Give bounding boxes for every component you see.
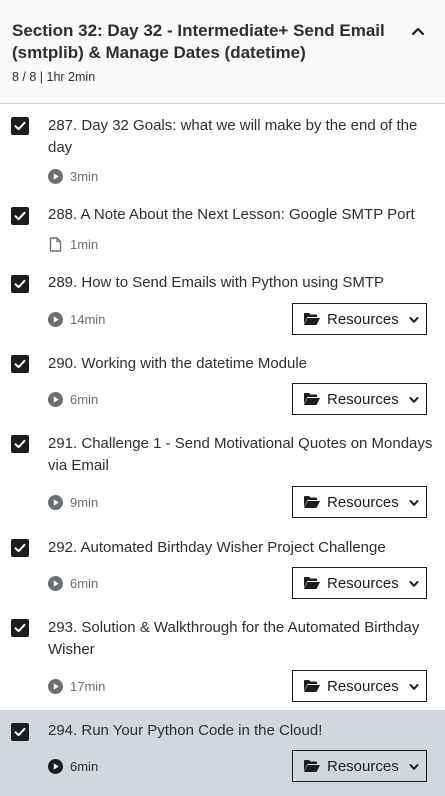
lecture-title: 287. Day 32 Goals: what we will make by … xyxy=(48,117,418,156)
lecture-title: 293. Solution & Walkthrough for the Auto… xyxy=(48,619,420,658)
lecture-title: 288. A Note About the Next Lesson: Googl… xyxy=(48,206,415,223)
lecture-item-current[interactable]: 294. Run Your Python Code in the Cloud! … xyxy=(0,710,445,796)
lecture-duration: 3min xyxy=(70,168,99,184)
lecture-title: 289. How to Send Emails with Python usin… xyxy=(48,274,384,291)
lecture-title: 294. Run Your Python Code in the Cloud! xyxy=(48,722,323,739)
lecture-title: 291. Challenge 1 - Send Motivational Quo… xyxy=(48,435,433,474)
play-circle-icon xyxy=(48,575,63,591)
lecture-duration: 6min xyxy=(70,758,99,774)
resources-label: Resources xyxy=(327,493,399,511)
lecture-duration-meta: 6min xyxy=(48,575,98,591)
chevron-up-icon[interactable] xyxy=(407,20,429,42)
completed-checkbox[interactable] xyxy=(11,539,29,557)
chevron-down-icon xyxy=(408,313,420,325)
completed-checkbox[interactable] xyxy=(11,723,29,741)
lecture-duration-meta: 3min xyxy=(48,168,98,184)
chevron-down-icon xyxy=(408,577,420,589)
lecture-title: 292. Automated Birthday Wisher Project C… xyxy=(48,539,386,556)
resources-dropdown-button[interactable]: Resources xyxy=(292,567,427,599)
file-icon xyxy=(48,236,63,252)
lecture-duration-meta: 9min xyxy=(48,494,98,510)
completed-checkbox[interactable] xyxy=(11,355,29,373)
chevron-down-icon xyxy=(408,393,420,405)
lecture-duration: 17min xyxy=(70,678,106,694)
folder-open-icon xyxy=(303,312,321,326)
resources-label: Resources xyxy=(327,574,399,592)
resources-label: Resources xyxy=(327,677,399,695)
chevron-down-icon xyxy=(408,680,420,692)
completed-checkbox[interactable] xyxy=(11,275,29,293)
resources-dropdown-button[interactable]: Resources xyxy=(292,383,427,415)
completed-checkbox[interactable] xyxy=(11,207,29,225)
folder-open-icon xyxy=(303,679,321,693)
lecture-duration: 9min xyxy=(70,494,99,510)
folder-open-icon xyxy=(303,759,321,773)
play-circle-icon xyxy=(48,494,63,510)
lecture-item[interactable]: 292. Automated Birthday Wisher Project C… xyxy=(0,526,445,606)
lecture-duration-meta: 1min xyxy=(48,236,98,252)
completed-checkbox[interactable] xyxy=(11,619,29,637)
resources-dropdown-button[interactable]: Resources xyxy=(292,303,427,335)
play-circle-icon xyxy=(48,678,63,694)
play-circle-icon xyxy=(48,758,63,774)
resources-label: Resources xyxy=(327,310,399,328)
lecture-item[interactable]: 293. Solution & Walkthrough for the Auto… xyxy=(0,606,445,710)
folder-open-icon xyxy=(303,576,321,590)
section-header[interactable]: Section 32: Day 32 - Intermediate+ Send … xyxy=(0,0,445,104)
lecture-item[interactable]: 287. Day 32 Goals: what we will make by … xyxy=(0,104,445,194)
folder-open-icon xyxy=(303,392,321,406)
play-circle-icon xyxy=(48,311,63,327)
chevron-down-icon xyxy=(408,496,420,508)
resources-dropdown-button[interactable]: Resources xyxy=(292,750,427,782)
section-title: Section 32: Day 32 - Intermediate+ Send … xyxy=(12,21,385,62)
lecture-title: 290. Working with the datetime Module xyxy=(48,355,308,372)
folder-open-icon xyxy=(303,495,321,509)
resources-label: Resources xyxy=(327,390,399,408)
completed-checkbox[interactable] xyxy=(11,435,29,453)
lecture-duration-meta: 14min xyxy=(48,311,105,327)
completed-checkbox[interactable] xyxy=(11,117,29,135)
chevron-down-icon xyxy=(408,760,420,772)
resources-dropdown-button[interactable]: Resources xyxy=(292,486,427,518)
resources-label: Resources xyxy=(327,757,399,775)
lecture-item[interactable]: 288. A Note About the Next Lesson: Googl… xyxy=(0,194,445,262)
lecture-duration: 6min xyxy=(70,575,99,591)
lecture-duration-meta: 6min xyxy=(48,391,98,407)
play-circle-icon xyxy=(48,168,63,184)
lecture-duration: 14min xyxy=(70,311,106,327)
section-progress-meta: 8 / 8 | 1hr 2min xyxy=(12,70,96,84)
play-circle-icon xyxy=(48,391,63,407)
lecture-item[interactable]: 291. Challenge 1 - Send Motivational Quo… xyxy=(0,422,445,526)
lecture-duration: 1min xyxy=(70,236,99,252)
lecture-duration: 6min xyxy=(70,391,99,407)
lecture-duration-meta: 17min xyxy=(48,678,105,694)
resources-dropdown-button[interactable]: Resources xyxy=(292,670,427,702)
lecture-duration-meta: 6min xyxy=(48,758,98,774)
lecture-item[interactable]: 289. How to Send Emails with Python usin… xyxy=(0,262,445,342)
lecture-item[interactable]: 290. Working with the datetime Module 6m… xyxy=(0,342,445,422)
